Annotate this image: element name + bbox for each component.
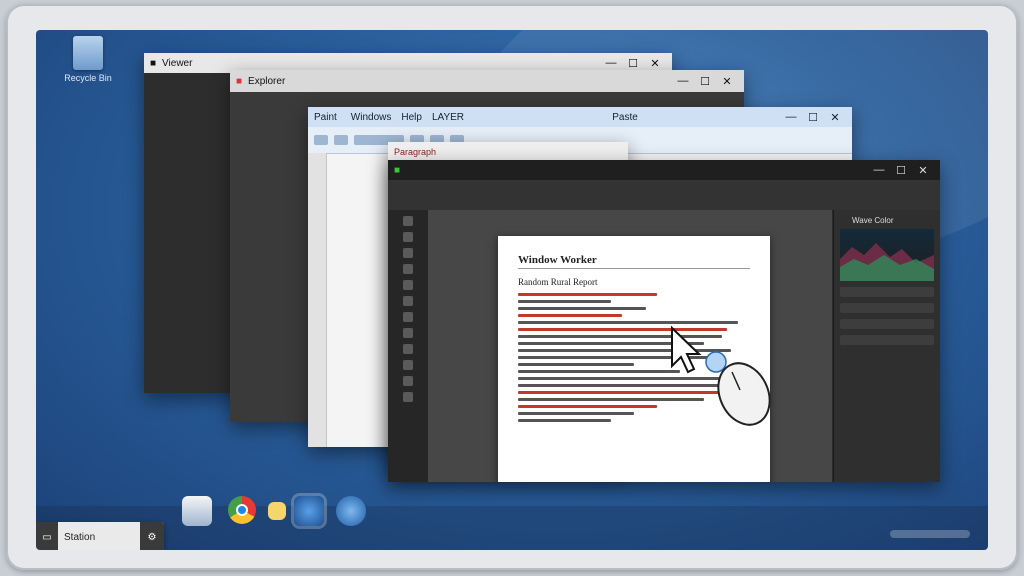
document-text-line: [518, 307, 646, 310]
properties-panel: Wave Color: [833, 210, 940, 482]
panel-title: Wave Color: [852, 216, 894, 225]
tool-palette: [388, 210, 429, 482]
close-button[interactable]: ✕: [824, 111, 846, 124]
window-title: Explorer: [248, 75, 286, 87]
document-text-line: [518, 300, 611, 303]
tool-icon[interactable]: [403, 392, 413, 402]
maximize-button[interactable]: ☐: [890, 164, 912, 177]
document-title: Window Worker: [518, 254, 750, 269]
recycle-bin-icon: [73, 36, 103, 70]
histogram-chart: [840, 243, 934, 281]
file-icon[interactable]: [182, 496, 212, 526]
minimize-button[interactable]: —: [672, 75, 694, 87]
minimize-button[interactable]: —: [780, 111, 802, 123]
menu-windows[interactable]: Windows: [351, 112, 392, 123]
color-graph: [840, 229, 934, 281]
document-subtitle: Random Rural Report: [518, 277, 598, 287]
gear-icon[interactable]: ⚙: [140, 522, 164, 550]
tool-icon[interactable]: [314, 135, 328, 145]
tool-icon[interactable]: [403, 344, 413, 354]
maximize-button[interactable]: ☐: [622, 57, 644, 70]
window-title: Paragraph: [394, 147, 437, 157]
close-button[interactable]: ✕: [912, 164, 934, 177]
start-label: Station: [64, 531, 96, 543]
chrome-icon[interactable]: [228, 496, 256, 524]
window-title: Paint: [314, 111, 337, 123]
menu-help[interactable]: Help: [401, 112, 422, 123]
tool-icon[interactable]: [403, 376, 413, 386]
maximize-button[interactable]: ☐: [694, 75, 716, 88]
document-text-line: [518, 314, 623, 317]
document-text-line: [518, 293, 658, 296]
close-button[interactable]: ✕: [644, 57, 666, 70]
system-tray[interactable]: [890, 530, 970, 538]
minimize-button[interactable]: —: [600, 57, 622, 69]
app-icon: ■: [394, 164, 401, 176]
document-canvas[interactable]: Window Worker Random Rural Report: [428, 210, 832, 482]
tool-icon[interactable]: [403, 216, 413, 226]
tool-icon[interactable]: [403, 328, 413, 338]
paragraph-titlebar[interactable]: Paragraph: [388, 142, 628, 162]
desktop-icon-label: Recycle Bin: [64, 73, 112, 83]
document-text-line: [518, 405, 658, 408]
pointer-cursor-icon: [671, 325, 702, 374]
document-text-line: [518, 419, 611, 422]
editor-window[interactable]: ■ — ☐ ✕ Window Worker Random Rural Repor…: [388, 160, 940, 482]
cursor-and-mouse: [671, 325, 771, 426]
folder-icon[interactable]: [268, 502, 286, 520]
menu-layer[interactable]: LAYER: [432, 112, 464, 123]
document-text-line: [518, 363, 634, 366]
tool-icon[interactable]: [403, 360, 413, 370]
paint-titlebar[interactable]: Paint Windows Help LAYER Paste — ☐ ✕: [308, 107, 852, 127]
app-icon: ■: [150, 57, 157, 69]
network-icon[interactable]: [336, 496, 366, 526]
desktop-icon-recycle-bin[interactable]: Recycle Bin: [58, 36, 118, 83]
tool-icon[interactable]: [403, 312, 413, 322]
tool-icon[interactable]: [403, 296, 413, 306]
desktop: Recycle Bin ■ Viewer — ☐ ✕ ■ Explorer — …: [36, 30, 988, 550]
panel-row[interactable]: [840, 303, 934, 313]
tool-icon[interactable]: [403, 248, 413, 258]
tool-icon[interactable]: [403, 264, 413, 274]
document-text-line: [518, 370, 681, 373]
app-icon: ■: [236, 75, 243, 87]
tool-icon[interactable]: [334, 135, 348, 145]
maximize-button[interactable]: ☐: [802, 111, 824, 124]
explorer-titlebar[interactable]: ■ Explorer — ☐ ✕: [230, 70, 744, 92]
panel-row[interactable]: [840, 335, 934, 345]
tool-icon[interactable]: [403, 232, 413, 242]
close-button[interactable]: ✕: [716, 75, 738, 88]
center-label: Paste: [612, 111, 638, 123]
window-title: Viewer: [162, 57, 193, 69]
minimize-button[interactable]: —: [868, 164, 890, 176]
document-text-line: [518, 412, 634, 415]
browser-icon[interactable]: [294, 496, 324, 526]
panel-row[interactable]: [840, 319, 934, 329]
editor-titlebar[interactable]: ■ — ☐ ✕: [388, 160, 940, 180]
panel-row[interactable]: [840, 287, 934, 297]
start-button[interactable]: ▭ Station ⚙: [36, 522, 164, 550]
start-icon: ▭: [36, 522, 58, 550]
editor-toolbar: [388, 180, 940, 211]
taskbar: [36, 506, 988, 550]
click-ripple-icon: [705, 351, 727, 373]
tool-icon[interactable]: [403, 280, 413, 290]
tool-column: [308, 153, 327, 447]
